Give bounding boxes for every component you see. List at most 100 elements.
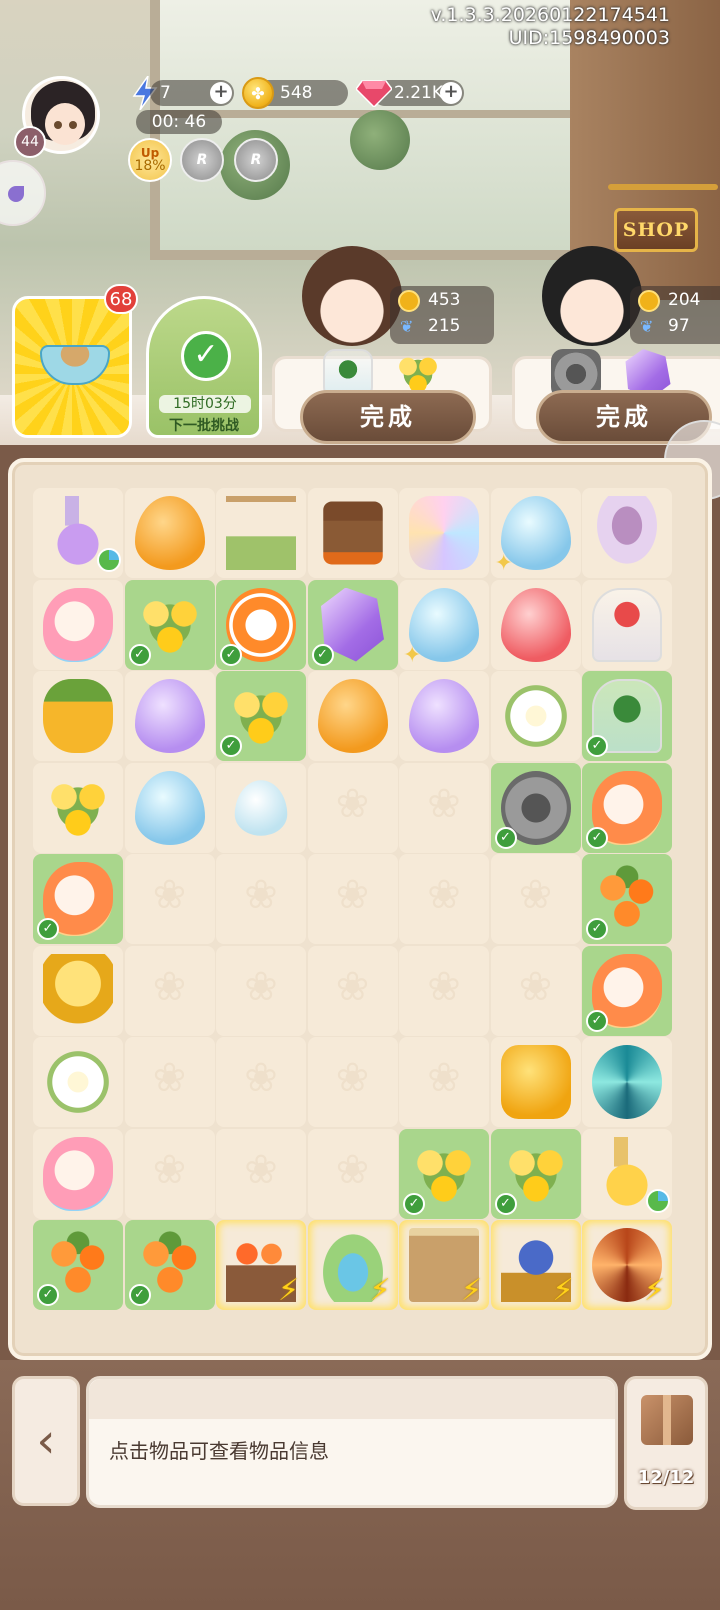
board-cell[interactable]: ✓ [490, 762, 581, 853]
buff-percent: 18% [134, 158, 166, 174]
board-cell[interactable] [307, 945, 398, 1036]
sparkle-icon: ✦ [403, 642, 422, 668]
customer-girl-portrait [302, 246, 402, 346]
board-cell[interactable]: ✦ [490, 488, 581, 578]
mushroom-jar-icon [592, 587, 662, 662]
board-cell[interactable] [33, 488, 123, 578]
board-cell[interactable]: ✓ [490, 1128, 581, 1219]
rare-buff-icon[interactable]: R [180, 138, 224, 182]
add-gem-button[interactable]: + [440, 82, 462, 104]
version-info: v.1.3.3.20260122174541 UID:1598490003 [431, 4, 670, 50]
board-cell[interactable] [399, 488, 489, 578]
board-cell[interactable] [582, 1128, 672, 1219]
board-cell[interactable] [307, 1037, 398, 1127]
board-cell[interactable] [33, 579, 123, 670]
board-cell[interactable] [490, 579, 581, 670]
board-cell[interactable] [124, 854, 215, 944]
energy-bolt-icon: ⚡ [552, 1273, 574, 1308]
board-cell[interactable] [33, 671, 123, 761]
next-challenge-label: 下一批挑战 [169, 418, 239, 434]
board-cell[interactable] [124, 488, 215, 578]
complete-order-button-1[interactable]: 完成 [300, 390, 476, 444]
drop-purple-icon [409, 679, 479, 753]
board-cell[interactable] [33, 762, 123, 853]
board-cell[interactable] [582, 579, 672, 670]
reward-butterflies: 97 [668, 316, 690, 336]
board-cell[interactable] [124, 762, 215, 853]
board-cell[interactable] [124, 945, 215, 1036]
board-cell[interactable] [33, 1037, 123, 1127]
rare-buff-icon[interactable]: R [234, 138, 278, 182]
item-info-panel: 点击物品可查看物品信息 [86, 1376, 618, 1508]
board-cell[interactable] [124, 671, 215, 761]
board-cell[interactable] [33, 945, 123, 1036]
board-cell[interactable]: ✓ [582, 671, 672, 761]
board-cell[interactable] [124, 1128, 215, 1219]
board-cell[interactable]: ✓ [216, 671, 306, 761]
board-cell[interactable] [490, 671, 581, 761]
customer-reward: 204 ❦ 97 [630, 286, 720, 344]
drop-orange-icon [317, 679, 388, 753]
board-cell[interactable]: ✓ [33, 1220, 123, 1310]
board-cell[interactable] [399, 762, 489, 853]
board-cell[interactable] [582, 488, 672, 578]
board-cell[interactable]: ✓ [124, 579, 215, 670]
board-cell[interactable]: ⚡ [582, 1220, 672, 1310]
board-cell[interactable] [216, 488, 306, 578]
board-cell[interactable] [307, 671, 398, 761]
board-cell[interactable] [216, 1128, 306, 1219]
amber-icon [500, 1045, 571, 1119]
board-cell[interactable] [33, 1128, 123, 1219]
board-cell[interactable] [399, 945, 489, 1036]
cooldown-pie-icon [646, 1188, 670, 1213]
energy-bolt-icon: ⚡ [644, 1273, 666, 1308]
board-cell[interactable]: ✓ [582, 945, 672, 1036]
add-energy-button[interactable]: + [210, 82, 232, 104]
board-cell[interactable]: ⚡ [399, 1220, 489, 1310]
board-cell[interactable] [307, 1128, 398, 1219]
board-cell[interactable] [490, 1037, 581, 1127]
board-cell[interactable]: ✓ [216, 579, 306, 670]
board-cell[interactable]: ✦ [399, 579, 489, 670]
board-cell[interactable] [216, 1037, 306, 1127]
swirl-icon [592, 1045, 662, 1119]
board-cell[interactable] [399, 1037, 489, 1127]
board-cell[interactable]: ✓ [307, 579, 398, 670]
board-cell[interactable]: ✓ [582, 762, 672, 853]
board-cell[interactable]: ✓ [582, 854, 672, 944]
butterfly-icon: ❦ [640, 317, 654, 336]
board-cell[interactable] [307, 854, 398, 944]
energy-counter[interactable]: 7 + [150, 80, 234, 106]
check-icon: ✓ [494, 1192, 517, 1215]
flower-yellow-icon [43, 770, 113, 845]
board-cell[interactable] [399, 854, 489, 944]
board-cell[interactable] [216, 945, 306, 1036]
check-icon: ✓ [220, 735, 242, 757]
board-cell[interactable]: ⚡ [216, 1220, 306, 1310]
board-cell[interactable] [490, 854, 581, 944]
board-cell[interactable] [216, 762, 306, 853]
energy-timer: 00: 46 [136, 110, 222, 134]
buff-up-badge[interactable]: Up 18% [128, 138, 172, 182]
board-cell[interactable] [307, 762, 398, 853]
daily-task-tile[interactable] [12, 296, 132, 438]
board-cell[interactable] [307, 488, 398, 578]
storage-count: 12/12 [637, 1467, 695, 1488]
board-cell[interactable] [216, 854, 306, 944]
board-cell[interactable]: ⚡ [490, 1220, 581, 1310]
uid-text: UID:1598490003 [508, 27, 670, 49]
board-cell[interactable] [490, 945, 581, 1036]
board-cell[interactable]: ✓ [33, 854, 123, 944]
coin-icon [638, 290, 660, 312]
board-cell[interactable]: ✓ [124, 1220, 215, 1310]
check-icon: ✓ [311, 643, 334, 666]
challenge-tile[interactable]: ✓ 15时03分 下一批挑战 [146, 296, 262, 438]
board-cell[interactable]: ⚡ [307, 1220, 398, 1310]
board-cell[interactable] [582, 1037, 672, 1127]
board-cell[interactable] [399, 671, 489, 761]
back-button[interactable]: ‹ [12, 1376, 80, 1506]
board-cell[interactable] [124, 1037, 215, 1127]
storage-box-button[interactable]: 12/12 [624, 1376, 708, 1510]
board-cell[interactable]: ✓ [399, 1128, 489, 1219]
challenge-timer: 15时03分 [159, 395, 251, 413]
